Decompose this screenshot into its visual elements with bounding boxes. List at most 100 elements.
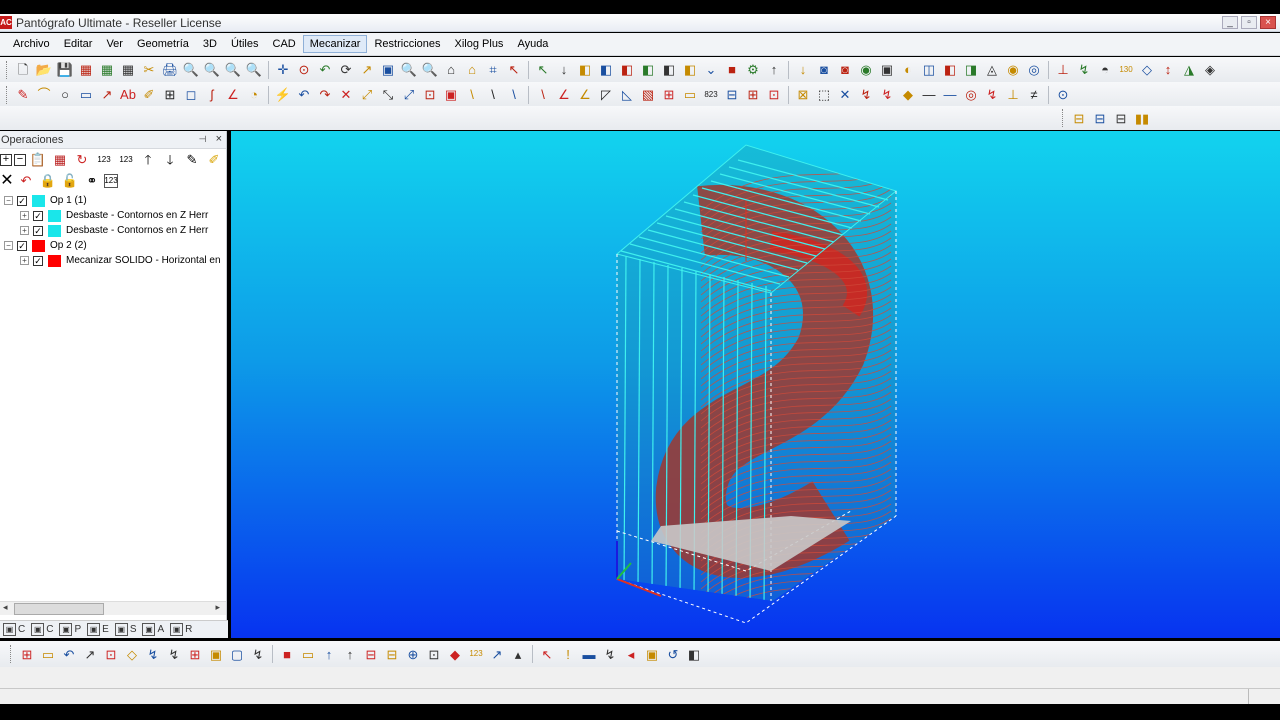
bottom_toolbar-tool-icon[interactable]: ◂ xyxy=(621,644,641,664)
move-up-icon[interactable]: 🡑 xyxy=(138,150,158,170)
toolbar1-tool-icon[interactable]: 🔍 xyxy=(420,60,440,80)
toolbar1-tool-icon[interactable]: ◎ xyxy=(1024,60,1044,80)
tree-operation[interactable]: + ✓ Desbaste - Contornos en Z Herr xyxy=(0,208,226,223)
bottom_toolbar-tool-icon[interactable]: ■ xyxy=(277,644,297,664)
toolbar2-tool-icon[interactable]: ↯ xyxy=(856,85,876,105)
toolbar3-tool-icon[interactable]: ⊟ xyxy=(1090,108,1110,128)
expander-icon[interactable]: + xyxy=(20,256,29,265)
panel-close-icon[interactable]: × xyxy=(216,133,222,145)
move-down-icon[interactable]: 🡓 xyxy=(160,150,180,170)
bottom_toolbar-tool-icon[interactable]: ↶ xyxy=(59,644,79,664)
toolbar2-tool-icon[interactable]: ▧ xyxy=(638,85,658,105)
toolbar1-tool-icon[interactable]: ✛ xyxy=(273,60,293,80)
bottom_toolbar-tool-icon[interactable]: ↯ xyxy=(164,644,184,664)
toolbar2-tool-icon[interactable]: ◸ xyxy=(596,85,616,105)
menu-3d[interactable]: 3D xyxy=(196,35,224,53)
toolbar1-tool-icon[interactable]: ◬ xyxy=(982,60,1002,80)
toolbar2-tool-icon[interactable]: ⬚ xyxy=(814,85,834,105)
toolbar2-tool-icon[interactable]: ◆ xyxy=(898,85,918,105)
toolbar1-tool-icon[interactable]: ◈ xyxy=(1200,60,1220,80)
toolbar2-tool-icon[interactable]: ⌒ xyxy=(34,85,54,105)
toolbar2-tool-icon[interactable]: ʃ xyxy=(202,85,222,105)
toolbar2-tool-icon[interactable]: ⊠ xyxy=(793,85,813,105)
toolbar-grip[interactable] xyxy=(1062,109,1066,127)
expander-icon[interactable]: + xyxy=(20,226,29,235)
bottom_toolbar-tool-icon[interactable]: ◆ xyxy=(445,644,465,664)
toolbar2-tool-icon[interactable]: ⊞ xyxy=(659,85,679,105)
toolbar1-tool-icon[interactable]: ⚙ xyxy=(743,60,763,80)
toolbar2-tool-icon[interactable]: ↯ xyxy=(877,85,897,105)
toolbar1-tool-icon[interactable]: ◧ xyxy=(940,60,960,80)
toolbar2-tool-icon[interactable]: ◻ xyxy=(181,85,201,105)
toolbar2-tool-icon[interactable]: ◔ xyxy=(244,85,264,105)
panel-tab[interactable]: ▣ C xyxy=(0,623,28,636)
toolbar1-tool-icon[interactable]: ⊙ xyxy=(294,60,314,80)
toolbar1-tool-icon[interactable]: 🔍 xyxy=(223,60,243,80)
unlock-icon[interactable]: 🔓 xyxy=(60,171,80,191)
clipboard-icon[interactable]: 📋 xyxy=(28,150,48,170)
panel-tab[interactable]: ▣ A xyxy=(139,623,167,636)
bottom_toolbar-tool-icon[interactable]: ▬ xyxy=(579,644,599,664)
toolbar1-tool-icon[interactable]: ◉ xyxy=(856,60,876,80)
tree-operation[interactable]: + ✓ Mecanizar SOLIDO - Horizontal en xyxy=(0,253,226,268)
calendar-icon[interactable]: ▦ xyxy=(50,150,70,170)
toolbar1-tool-icon[interactable]: ◫ xyxy=(919,60,939,80)
toolbar1-tool-icon[interactable]: ◙ xyxy=(814,60,834,80)
bottom_toolbar-tool-icon[interactable]: ▣ xyxy=(642,644,662,664)
toolbar2-tool-icon[interactable]: ○ xyxy=(55,85,75,105)
checkbox[interactable]: ✓ xyxy=(33,225,43,236)
bottom_toolbar-tool-icon[interactable]: ▣ xyxy=(206,644,226,664)
toolbar1-tool-icon[interactable]: ◧ xyxy=(680,60,700,80)
toolbar2-tool-icon[interactable]: Ab xyxy=(118,85,138,105)
toolbar2-tool-icon[interactable]: ↗ xyxy=(97,85,117,105)
toolbar2-tool-icon[interactable]: ✐ xyxy=(139,85,159,105)
bottom_toolbar-tool-icon[interactable]: ↑ xyxy=(319,644,339,664)
toolbar2-tool-icon[interactable]: ⊙ xyxy=(1053,85,1073,105)
toolbar1-tool-icon[interactable]: ▦ xyxy=(118,60,138,80)
toolbar2-tool-icon[interactable]: ✕ xyxy=(835,85,855,105)
horizontal-scrollbar[interactable]: ◂ ▸ xyxy=(0,601,226,615)
toolbar1-tool-icon[interactable]: ↯ xyxy=(1074,60,1094,80)
toolbar3-tool-icon[interactable]: ⊟ xyxy=(1069,108,1089,128)
bottom_toolbar-tool-icon[interactable]: ⊡ xyxy=(424,644,444,664)
toolbar1-tool-icon[interactable]: ⊥ xyxy=(1053,60,1073,80)
menu-ayuda[interactable]: Ayuda xyxy=(510,35,555,53)
toolbar1-tool-icon[interactable]: ◨ xyxy=(961,60,981,80)
toolbar1-tool-icon[interactable]: ▦ xyxy=(97,60,117,80)
checkbox[interactable]: ✓ xyxy=(17,195,27,206)
toolbar2-tool-icon[interactable]: ⊞ xyxy=(743,85,763,105)
toolbar2-tool-icon[interactable]: ↯ xyxy=(982,85,1002,105)
toolbar1-tool-icon[interactable]: ◮ xyxy=(1179,60,1199,80)
bottom_toolbar-tool-icon[interactable]: ⊡ xyxy=(101,644,121,664)
toolbar1-tool-icon[interactable]: ▦ xyxy=(76,60,96,80)
checkbox[interactable]: ✓ xyxy=(33,255,43,266)
menu-editar[interactable]: Editar xyxy=(57,35,100,53)
toolbar2-tool-icon[interactable]: \ xyxy=(504,85,524,105)
sequence-icon[interactable]: 123 xyxy=(104,173,118,188)
toolbar3-tool-icon[interactable]: ⊟ xyxy=(1111,108,1131,128)
bottom_toolbar-tool-icon[interactable]: ◧ xyxy=(684,644,704,664)
toolbar2-tool-icon[interactable]: ⊡ xyxy=(764,85,784,105)
toolbar2-tool-icon[interactable]: ◺ xyxy=(617,85,637,105)
toolbar1-tool-icon[interactable]: ↶ xyxy=(315,60,335,80)
toolbar1-tool-icon[interactable]: ◧ xyxy=(596,60,616,80)
toolbar2-tool-icon[interactable]: ↶ xyxy=(294,85,314,105)
bottom_toolbar-tool-icon[interactable]: ⊞ xyxy=(17,644,37,664)
toolbar2-tool-icon[interactable]: ✕ xyxy=(336,85,356,105)
minimize-button[interactable]: _ xyxy=(1222,16,1238,29)
toolbar2-tool-icon[interactable]: \ xyxy=(483,85,503,105)
scroll-right-icon[interactable]: ▸ xyxy=(215,602,220,613)
toolbar2-tool-icon[interactable]: ◎ xyxy=(961,85,981,105)
menu-ver[interactable]: Ver xyxy=(99,35,130,53)
expander-icon[interactable]: − xyxy=(4,241,13,250)
toolbar-grip[interactable] xyxy=(6,60,10,79)
toolbar2-tool-icon[interactable]: — xyxy=(919,85,939,105)
toolbar2-tool-icon[interactable]: ⚡ xyxy=(273,85,293,105)
close-button[interactable]: × xyxy=(1260,16,1276,29)
toolbar1-tool-icon[interactable]: ■ xyxy=(722,60,742,80)
menu-geometr-a[interactable]: Geometría xyxy=(130,35,196,53)
toolbar1-tool-icon[interactable]: ↓ xyxy=(793,60,813,80)
bottom_toolbar-tool-icon[interactable]: ↖ xyxy=(537,644,557,664)
toolbar1-tool-icon[interactable]: ◙ xyxy=(835,60,855,80)
menu-xilog-plus[interactable]: Xilog Plus xyxy=(448,35,511,53)
